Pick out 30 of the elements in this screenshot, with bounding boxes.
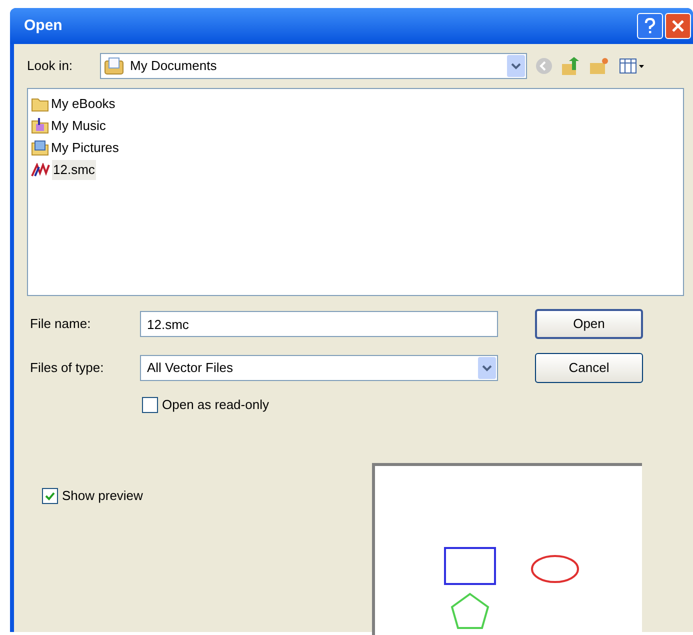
show-preview-label: Show preview (62, 487, 143, 505)
music-folder-icon (31, 118, 49, 134)
file-type-dropdown[interactable]: All Vector Files (140, 355, 498, 381)
new-folder-icon[interactable] (589, 57, 609, 75)
window-title: Open (24, 16, 64, 36)
file-item[interactable]: 12.smc (52, 160, 96, 180)
up-folder-icon[interactable] (561, 56, 581, 76)
file-name-label: File name: (30, 315, 92, 334)
look-in-label: Look in: (27, 57, 74, 76)
close-icon (671, 19, 685, 33)
open-button[interactable]: Open (535, 309, 643, 339)
close-button[interactable] (665, 13, 691, 39)
pictures-folder-icon (31, 140, 49, 156)
help-button[interactable] (637, 13, 663, 39)
file-item[interactable]: My Pictures (50, 138, 120, 158)
file-type-label: Files of type: (30, 359, 105, 378)
read-only-checkbox[interactable] (142, 396, 158, 413)
checkmark-icon (45, 490, 55, 501)
vector-file-icon (31, 163, 51, 177)
file-item[interactable]: My Music (50, 116, 107, 136)
read-only-label: Open as read-only (162, 396, 269, 414)
help-icon (644, 18, 656, 34)
file-item[interactable]: My eBooks (50, 94, 116, 114)
look-in-dropdown[interactable]: My Documents (100, 53, 527, 79)
folder-icon (31, 96, 49, 112)
documents-folder-icon (104, 57, 124, 75)
show-preview-checkbox[interactable] (42, 488, 58, 504)
cancel-button[interactable]: Cancel (535, 353, 643, 383)
view-menu-icon[interactable] (619, 58, 645, 74)
file-name-field[interactable]: 12.smc (140, 311, 498, 337)
